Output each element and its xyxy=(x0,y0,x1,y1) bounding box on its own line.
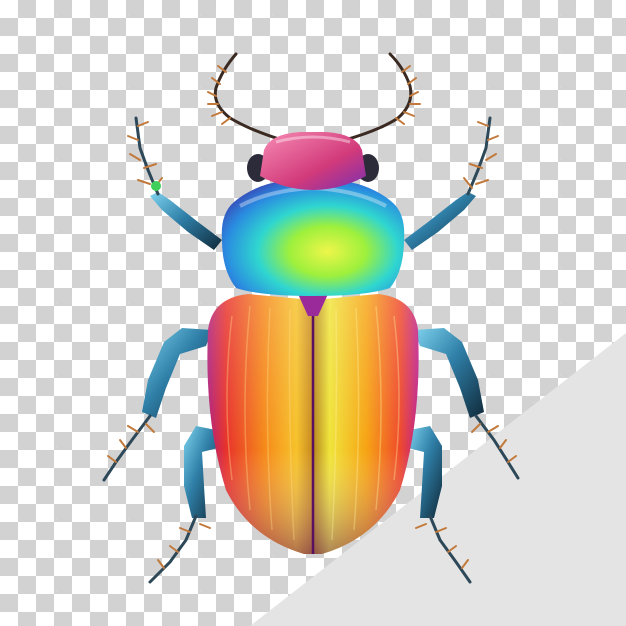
image-canvas xyxy=(0,0,626,626)
hind-leg-right xyxy=(408,426,472,584)
antenna-right xyxy=(343,52,413,142)
elytra-left xyxy=(207,294,312,554)
elytra-right xyxy=(314,294,419,554)
pronotum xyxy=(221,178,405,296)
front-leg-left xyxy=(127,116,222,250)
front-leg-right xyxy=(404,116,499,250)
antenna-left xyxy=(213,52,284,142)
beetle-illustration xyxy=(102,52,520,584)
head xyxy=(247,132,379,190)
hind-leg-left xyxy=(148,426,218,584)
